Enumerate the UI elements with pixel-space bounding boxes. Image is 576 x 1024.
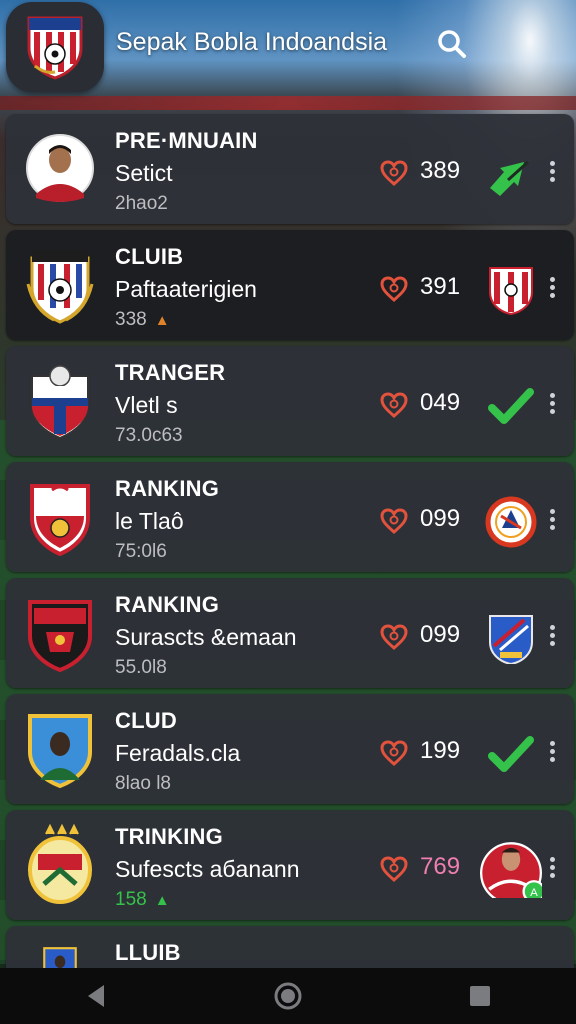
more-options-button[interactable]: [544, 506, 560, 536]
more-options-button[interactable]: [544, 854, 560, 884]
row-club-name: Vletl s: [115, 392, 178, 418]
list-item[interactable]: TRANGER Vletl s 73.0c63 049: [6, 346, 574, 456]
app-crest-icon: [27, 16, 83, 80]
row-sub: 73.0c63: [115, 425, 183, 447]
row-sub: 338 ▲: [115, 309, 170, 331]
row-sub-value: 338: [115, 309, 147, 330]
row-score: 769: [420, 853, 461, 880]
row-category: CLUD: [115, 708, 177, 733]
row-club-name: le Tlaô: [115, 508, 184, 534]
system-navigation-bar: [0, 968, 576, 1024]
row-club-name: Feradals.cla: [115, 740, 241, 766]
club-crest: [28, 824, 92, 904]
more-options-button[interactable]: [544, 390, 560, 420]
club-crest: [28, 600, 92, 672]
checkmark-icon: [488, 388, 534, 424]
trend-up-icon: ▲: [154, 892, 170, 909]
nav-recents-button[interactable]: [450, 974, 510, 1018]
more-options-button[interactable]: [544, 274, 560, 304]
club-crest: [30, 484, 90, 556]
row-sub-value: 2hao2: [115, 193, 168, 214]
svg-text:A: A: [530, 887, 538, 898]
row-category: LLUIB: [115, 940, 181, 965]
row-sub: 55.0l8: [115, 657, 167, 679]
list-item[interactable]: CLUIB Paftaaterigien 338 ▲ 391: [6, 230, 574, 340]
row-score: 099: [420, 621, 461, 648]
club-badge-icon: [485, 496, 537, 548]
app-title: Sepak Bobla Indoandsia: [116, 28, 388, 56]
club-crest: [31, 365, 89, 440]
row-score: 049: [420, 389, 461, 416]
row-sub-value: 75:0l6: [115, 541, 167, 562]
row-category: TRINKING: [115, 824, 223, 849]
checkmark-icon: [488, 736, 534, 772]
row-sub-value: 8lao l8: [115, 773, 171, 794]
club-badge-icon: [489, 267, 533, 316]
heart-icon[interactable]: [380, 392, 408, 418]
search-icon: [438, 30, 466, 58]
row-club-name: Setict: [115, 160, 173, 186]
more-options-button[interactable]: [544, 158, 560, 188]
search-button[interactable]: [432, 24, 472, 64]
row-category: RANKING: [115, 476, 220, 501]
green-arrow-icon: [490, 160, 530, 196]
row-sub: 2hao2: [115, 193, 168, 215]
app-header: Sepak Bobla Indoandsia: [0, 0, 576, 96]
row-sub-value: 158: [115, 889, 147, 910]
app-logo[interactable]: [6, 2, 104, 92]
list-item[interactable]: CLUD Feradals.cla 8lao l8 199: [6, 694, 574, 804]
row-category: PRE·MNUAIN: [115, 128, 258, 153]
nav-home-button[interactable]: [258, 974, 318, 1018]
heart-icon[interactable]: [380, 160, 408, 186]
more-options-button[interactable]: [544, 622, 560, 652]
trend-up-icon: ▲: [154, 312, 170, 329]
club-crest: [28, 714, 92, 788]
row-category: TRANGER: [115, 360, 226, 385]
row-sub-value: 73.0c63: [115, 425, 183, 446]
heart-icon[interactable]: [380, 508, 408, 534]
row-sub: 8lao l8: [115, 773, 171, 795]
heart-icon[interactable]: [380, 856, 408, 882]
row-score: 389: [420, 157, 461, 184]
list-item[interactable]: RANKING Surascts &emaan 55.0l8 099: [6, 578, 574, 688]
home-circle-icon: [274, 982, 302, 1010]
row-score: 199: [420, 737, 461, 764]
club-crest: [26, 250, 94, 324]
list-item[interactable]: PRE·MNUAIN Setict 2hao2 389: [6, 114, 574, 224]
heart-icon[interactable]: [380, 624, 408, 650]
row-category: CLUIB: [115, 244, 184, 269]
more-options-button[interactable]: [544, 738, 560, 768]
recents-square-icon: [470, 986, 490, 1006]
row-score: 391: [420, 273, 461, 300]
row-sub: 158 ▲: [115, 889, 170, 911]
row-club-name: Sufescts aбanann: [115, 856, 300, 882]
nav-back-button[interactable]: [66, 974, 126, 1018]
heart-icon[interactable]: [380, 740, 408, 766]
list-item[interactable]: TRINKING Sufescts aбanann 158 ▲ 769 A: [6, 810, 574, 920]
club-badge-icon: [489, 615, 533, 664]
stadium-banner: [0, 96, 576, 110]
row-category: RANKING: [115, 592, 220, 617]
row-club-name: Paftaaterigien: [115, 276, 257, 302]
row-score: 099: [420, 505, 461, 532]
player-avatar: [26, 134, 94, 202]
row-club-name: Surascts &emaan: [115, 624, 297, 650]
heart-icon[interactable]: [380, 276, 408, 302]
player-avatar-icon: A: [480, 842, 542, 898]
row-sub: 75:0l6: [115, 541, 167, 563]
back-triangle-icon: [88, 985, 104, 1007]
list-item[interactable]: RANKING le Tlaô 75:0l6 099: [6, 462, 574, 572]
row-sub-value: 55.0l8: [115, 657, 167, 678]
